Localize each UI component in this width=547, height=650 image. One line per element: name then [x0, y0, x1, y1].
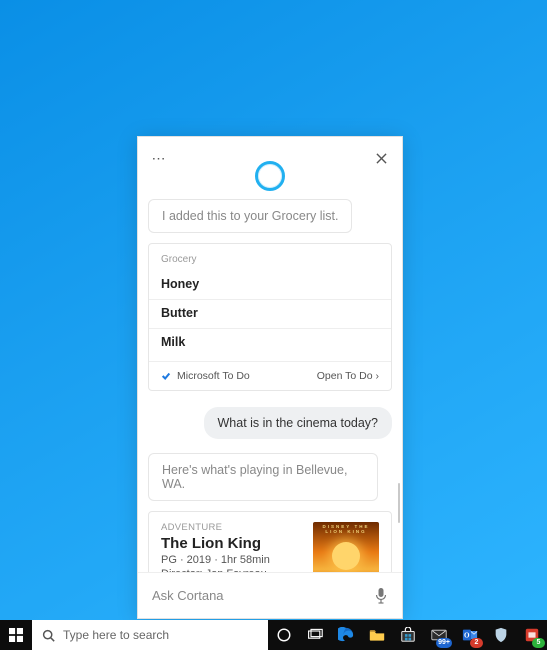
assistant-message: Here's what's playing in Bellevue, WA.	[148, 453, 378, 501]
movie-info: ADVENTURE The Lion King PG · 2019 · 1hr …	[161, 522, 303, 572]
microsoft-store-button[interactable]	[392, 620, 423, 650]
card-source-label: Microsoft To Do	[177, 370, 250, 382]
task-view-icon	[307, 627, 323, 643]
ask-cortana-input[interactable]	[152, 588, 364, 603]
mail-taskbar-button[interactable]: 99+	[423, 620, 454, 650]
todo-check-icon	[161, 371, 171, 381]
open-todo-link[interactable]: Open To Do ›	[317, 370, 379, 382]
windows-logo-icon	[9, 628, 23, 642]
movie-category: ADVENTURE	[161, 522, 303, 533]
card-source: Microsoft To Do	[161, 370, 250, 382]
movie-director: Director: Jon Favreau	[161, 568, 303, 572]
grocery-card[interactable]: Grocery Honey Butter Milk Microsoft To D…	[148, 243, 392, 391]
movie-card[interactable]: ADVENTURE The Lion King PG · 2019 · 1hr …	[148, 511, 392, 572]
pinned-app-button[interactable]: 5	[516, 620, 547, 650]
store-icon	[400, 627, 416, 643]
assistant-message: I added this to your Grocery list.	[148, 199, 352, 233]
file-explorer-button[interactable]	[361, 620, 392, 650]
cortana-logo-icon	[255, 161, 285, 191]
taskbar-tray: 99+ O 2 5	[268, 620, 547, 650]
user-message: What is in the cinema today?	[204, 407, 393, 439]
svg-text:O: O	[463, 632, 469, 640]
movie-title: The Lion King	[161, 535, 303, 552]
app-badge: 5	[532, 638, 545, 648]
task-view-button[interactable]	[299, 620, 330, 650]
cortana-header: ⋯	[138, 137, 402, 193]
search-placeholder-text: Type here to search	[63, 628, 169, 642]
more-button[interactable]: ⋯	[148, 147, 170, 169]
grocery-list-label: Grocery	[161, 254, 379, 265]
grocery-card-body: Grocery Honey Butter Milk	[149, 244, 391, 361]
close-icon	[376, 153, 387, 164]
movie-card-body: ADVENTURE The Lion King PG · 2019 · 1hr …	[149, 512, 391, 572]
cortana-ring-icon	[276, 627, 292, 643]
list-item: Butter	[161, 300, 379, 326]
shield-icon	[493, 627, 509, 643]
scrollbar-thumb[interactable]	[398, 483, 400, 523]
search-icon	[42, 629, 55, 642]
microphone-button[interactable]	[374, 587, 388, 605]
folder-icon	[369, 627, 385, 643]
windows-security-button[interactable]	[485, 620, 516, 650]
outlook-taskbar-button[interactable]: O 2	[454, 620, 485, 650]
movie-meta: PG · 2019 · 1hr 58min	[161, 554, 303, 566]
edge-icon	[338, 627, 354, 643]
movie-poster: DISNEY THE LION KING	[313, 522, 379, 572]
taskbar: Type here to search 99+	[0, 620, 547, 650]
desktop-background: ⋯ I added this to your Grocery list. Gro…	[0, 0, 547, 650]
cortana-window: ⋯ I added this to your Grocery list. Gro…	[137, 136, 403, 619]
list-item: Milk	[161, 329, 379, 355]
edge-taskbar-button[interactable]	[330, 620, 361, 650]
close-button[interactable]	[370, 147, 392, 169]
grocery-card-footer: Microsoft To Do Open To Do ›	[149, 361, 391, 390]
microphone-icon	[374, 587, 388, 605]
start-button[interactable]	[0, 620, 32, 650]
cortana-taskbar-button[interactable]	[268, 620, 299, 650]
outlook-badge: 2	[470, 638, 483, 648]
compose-box	[138, 572, 402, 618]
mail-badge: 99+	[436, 638, 452, 648]
taskbar-search[interactable]: Type here to search	[32, 620, 268, 650]
conversation-pane: I added this to your Grocery list. Groce…	[138, 193, 402, 572]
list-item: Honey	[161, 271, 379, 297]
